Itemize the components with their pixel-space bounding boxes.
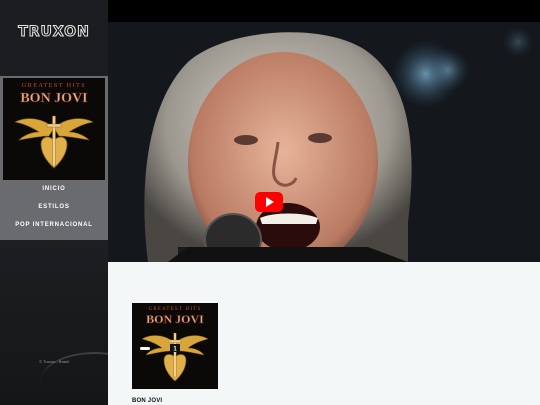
sidebar-nav: INICIO ESTILOS POP INTERNACIONAL xyxy=(0,180,108,234)
nav-item-inicio[interactable]: INICIO xyxy=(0,180,108,198)
nav-item-pop-internacional[interactable]: POP INTERNACIONAL xyxy=(0,216,108,234)
album-card-artist: BON JOVI xyxy=(146,312,204,326)
nav-item-estilos[interactable]: ESTILOS xyxy=(0,198,108,216)
album-cover-art: GREATEST HITS BON JOVI xyxy=(3,78,105,180)
album-toptext: GREATEST HITS xyxy=(22,83,86,89)
top-bar xyxy=(108,0,540,22)
video-thumbnail xyxy=(108,22,540,262)
video-player[interactable] xyxy=(108,22,540,262)
sidebar-footer-note: © Truxon - Brasil xyxy=(39,359,69,364)
album-card-art: GREATEST HITS BON JOVI 1 xyxy=(132,303,218,389)
youtube-play-icon[interactable] xyxy=(255,192,283,212)
album-card-cover[interactable]: GREATEST HITS BON JOVI 1 xyxy=(132,303,218,389)
main-content: GREATEST HITS BON JOVI 1 BON JOVI xyxy=(108,262,540,405)
sidebar-album-cover[interactable]: GREATEST HITS BON JOVI xyxy=(3,78,105,180)
album-artist: BON JOVI xyxy=(20,91,87,106)
album-card-caption[interactable]: BON JOVI xyxy=(132,398,162,404)
site-logo[interactable]: TRUXON xyxy=(0,24,108,41)
sidebar: TRUXON GREATEST HITS BON JOVI INICIO EST… xyxy=(0,0,108,405)
app-page: TRUXON GREATEST HITS BON JOVI INICIO EST… xyxy=(0,0,540,405)
